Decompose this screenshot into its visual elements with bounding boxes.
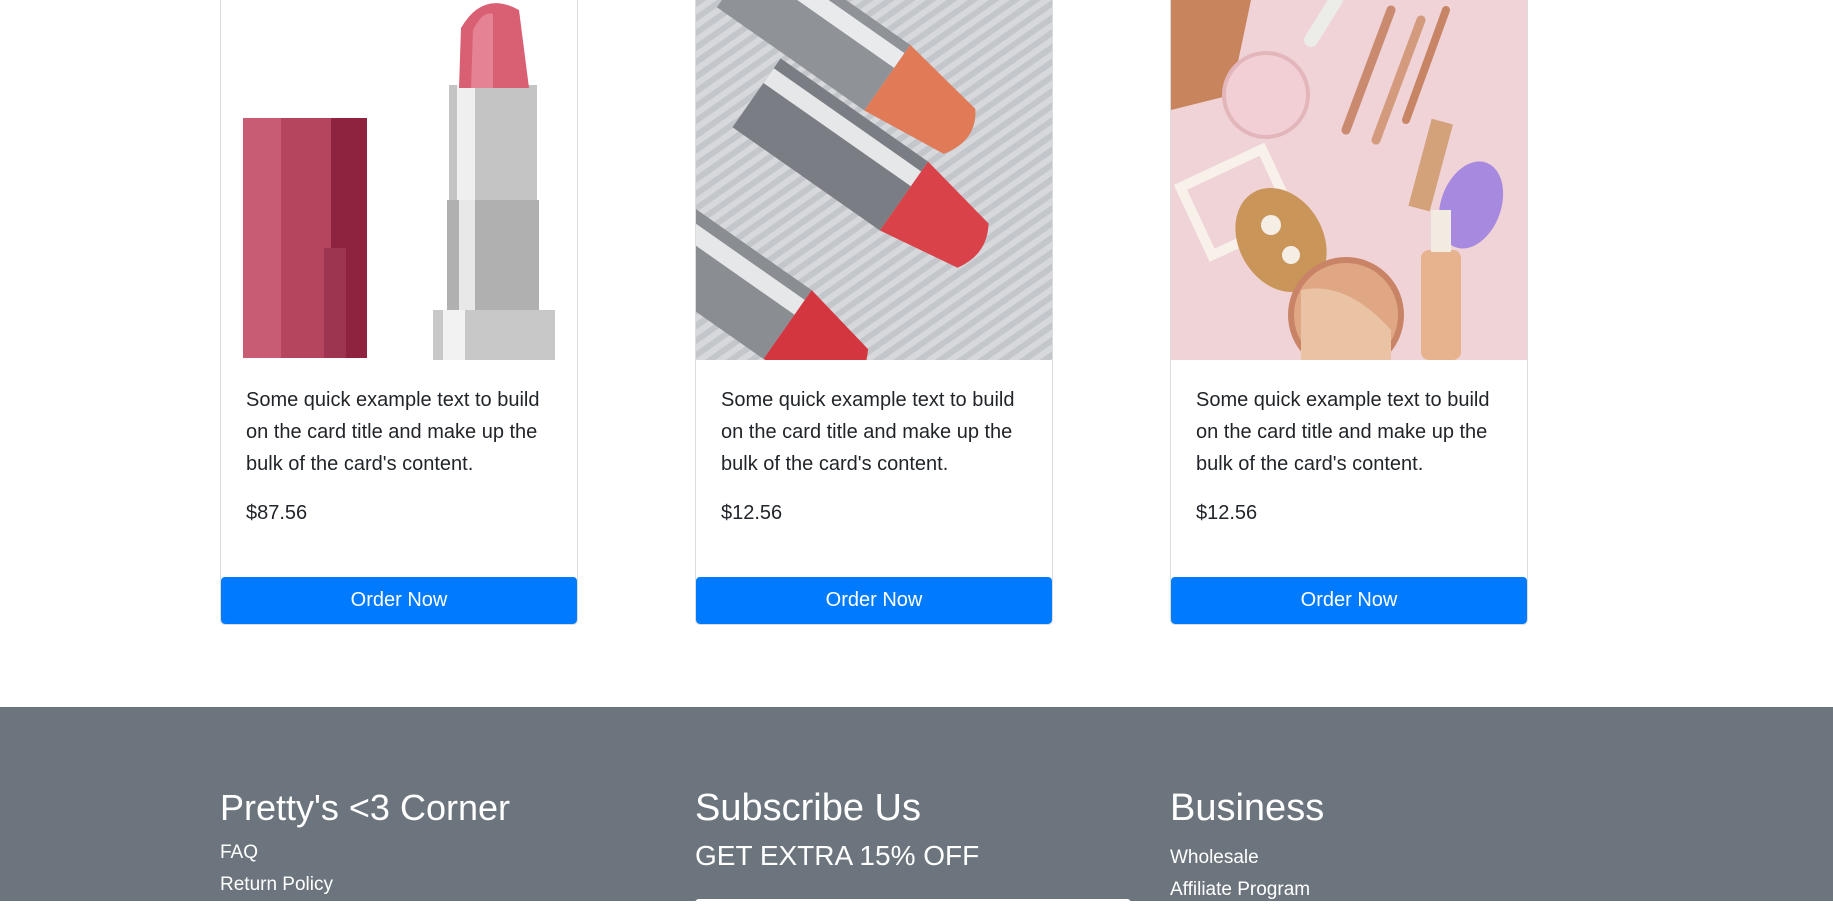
order-now-button[interactable]: Order Now — [696, 577, 1052, 624]
product-card: Some quick example text to build on the … — [695, 0, 1053, 625]
wholesale-link[interactable]: Wholesale — [1170, 842, 1324, 874]
card-price: $12.56 — [721, 502, 783, 524]
return-policy-link[interactable]: Return Policy — [220, 869, 510, 901]
email-input[interactable] — [695, 899, 1131, 919]
order-now-button[interactable]: Order Now — [221, 577, 577, 624]
card-description: Some quick example text to build on the … — [1196, 389, 1490, 475]
subscribe-title: Subscribe Us — [695, 787, 921, 829]
product-image — [1171, 0, 1527, 360]
card-description: Some quick example text to build on the … — [721, 389, 1015, 475]
order-now-button[interactable]: Order Now — [1171, 577, 1527, 624]
business-title: Business — [1170, 787, 1325, 829]
brand-title: Pretty's <3 Corner — [220, 787, 510, 828]
product-cards: Some quick example text to build on the … — [0, 0, 1833, 707]
card-price: $12.56 — [1196, 502, 1258, 524]
product-card: Some quick example text to build on the … — [220, 0, 578, 625]
card-price: $87.56 — [246, 502, 308, 524]
faq-link[interactable]: FAQ — [220, 837, 510, 869]
affiliate-program-link[interactable]: Affiliate Program — [1170, 874, 1324, 906]
site-footer: Pretty's <3 Corner FAQ Return Policy Sub… — [0, 707, 1833, 919]
product-image — [221, 0, 577, 360]
footer-brand-column: Pretty's <3 Corner FAQ Return Policy — [220, 787, 510, 901]
footer-subscribe-column: Subscribe Us GET EXTRA 15% OFF — [695, 787, 1135, 919]
product-card: Some quick example text to build on the … — [1170, 0, 1528, 625]
product-image — [696, 0, 1052, 360]
card-description: Some quick example text to build on the … — [246, 389, 540, 475]
footer-business-column: Business Wholesale Affiliate Program — [1170, 787, 1324, 906]
offer-text: GET EXTRA 15% OFF — [695, 840, 980, 871]
